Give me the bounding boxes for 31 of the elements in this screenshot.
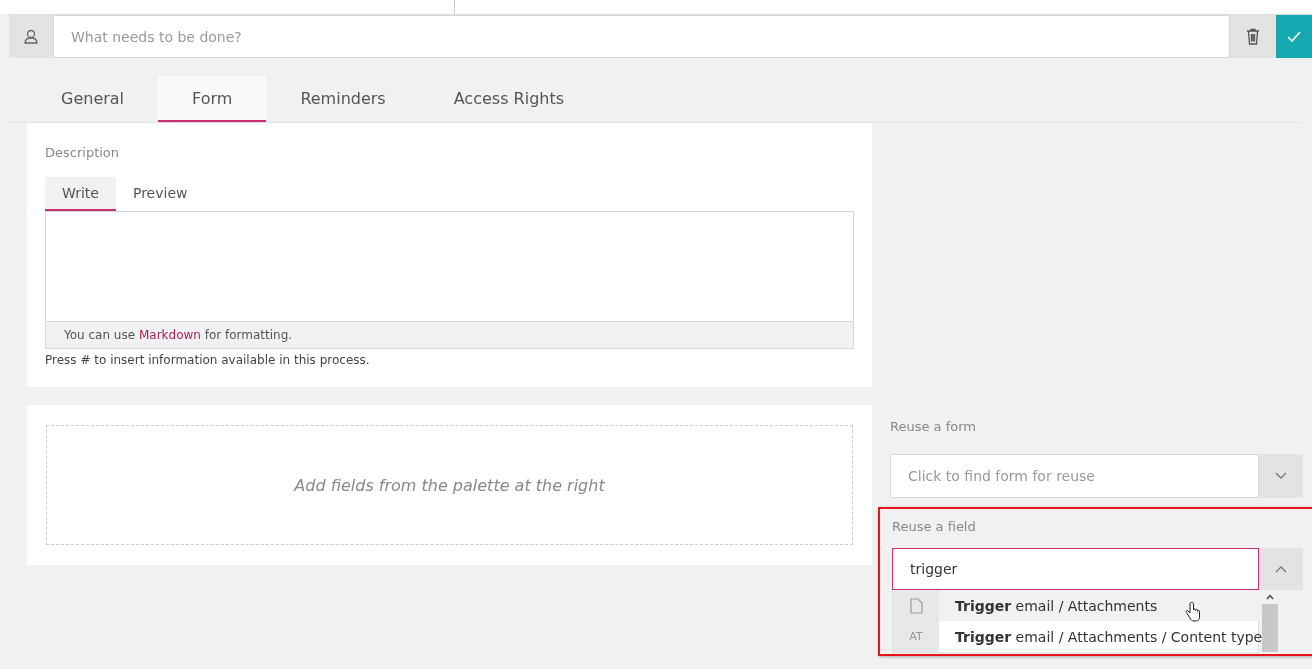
user-icon: [24, 29, 38, 44]
tab[interactable]: Reminders: [266, 76, 420, 122]
editor-tab[interactable]: Write: [45, 177, 116, 211]
dropdown-toggle[interactable]: [1259, 548, 1303, 590]
scroll-up-icon[interactable]: [1266, 594, 1275, 600]
dropdown-option[interactable]: AT Trigger email / Attachments / Content type: [893, 621, 1263, 652]
delete-button[interactable]: [1230, 15, 1276, 58]
tab[interactable]: General: [27, 76, 159, 122]
insert-info-note: Press # to insert information available in this process.: [45, 353, 371, 367]
reuse-field-field[interactable]: trigger: [892, 548, 1259, 590]
markdown-link[interactable]: Markdown: [138, 328, 201, 342]
check-icon: [1287, 31, 1301, 42]
task-title-field[interactable]: What needs to be done?: [53, 15, 1230, 58]
trash-icon: [1246, 28, 1260, 45]
hand-cursor-icon: [1185, 602, 1201, 622]
description-label: Description: [45, 145, 121, 160]
dropdown-toggle[interactable]: [1259, 454, 1303, 498]
reuse-form-field[interactable]: Click to find form for reuse: [890, 454, 1259, 498]
text-type-icon: AT: [909, 630, 923, 643]
document-icon: [909, 597, 923, 614]
tab[interactable]: Access Rights: [419, 76, 599, 122]
field-drop-zone: Add fields from the palette at the right: [46, 425, 853, 545]
markdown-hint: You can use Markdown for formatting.: [45, 322, 854, 349]
chevron-icon: [1275, 565, 1287, 573]
tab[interactable]: Form: [158, 76, 267, 122]
editor-tab[interactable]: Preview: [115, 177, 205, 211]
chevron-icon: [1275, 472, 1287, 480]
assignee-button[interactable]: [9, 15, 53, 58]
reuse-field-label: Reuse a field: [892, 519, 977, 534]
description-editor[interactable]: [45, 211, 854, 322]
reuse-form-label: Reuse a form: [890, 419, 977, 434]
